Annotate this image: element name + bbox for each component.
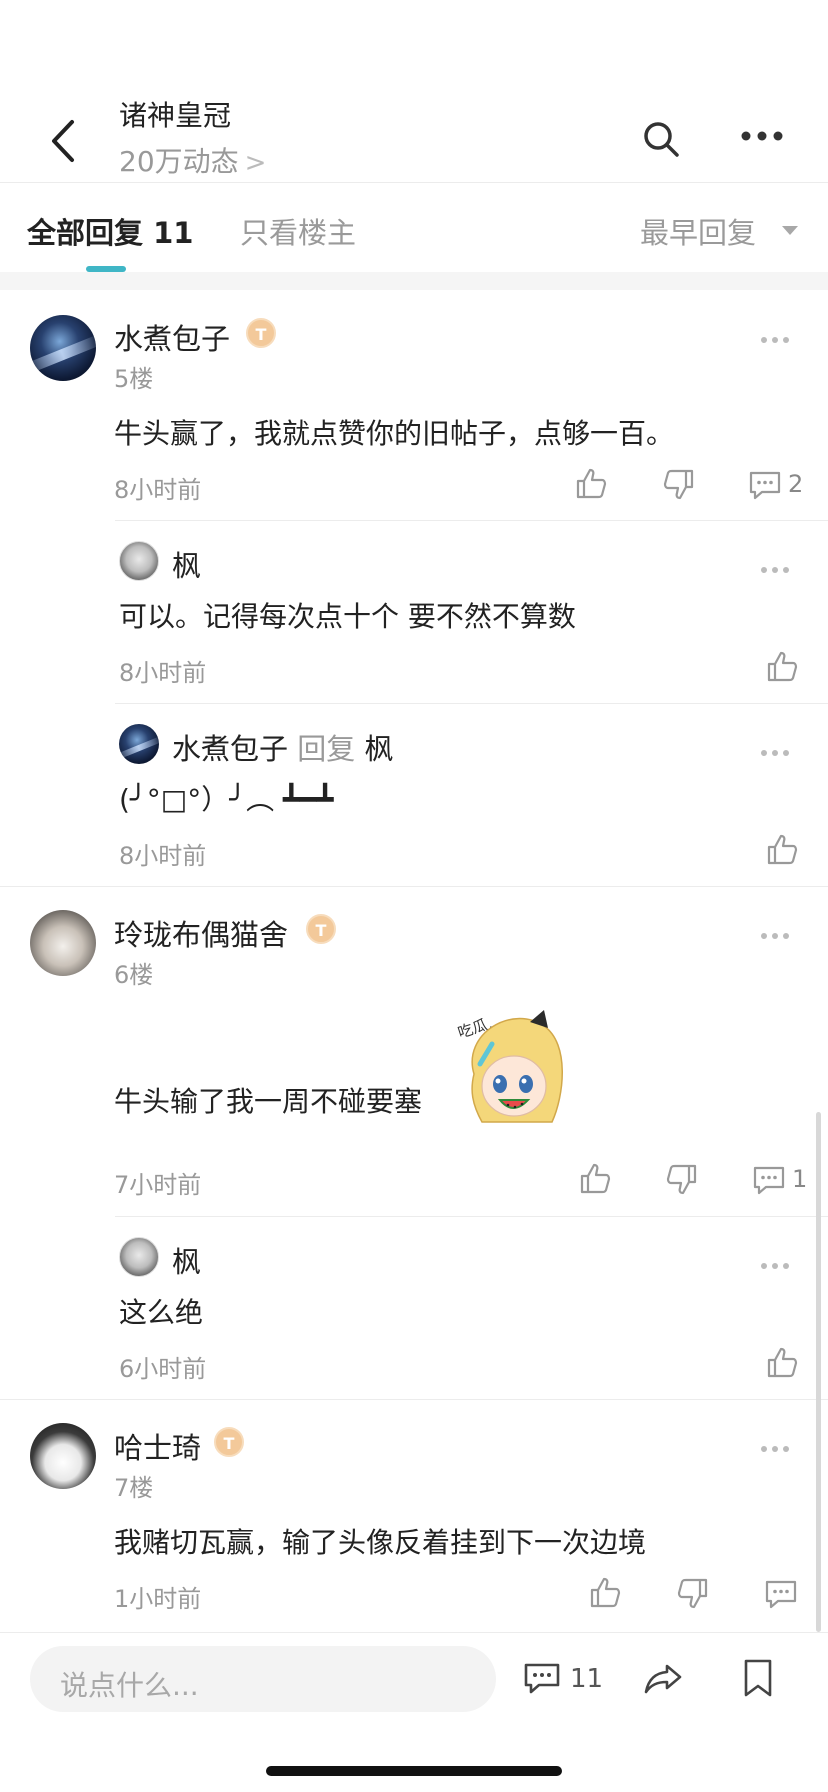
chevron-right-icon: > — [244, 148, 267, 178]
search-icon[interactable] — [642, 120, 680, 158]
back-arrow-icon[interactable] — [44, 118, 84, 164]
comment-input-placeholder[interactable]: 说点什么... — [60, 1664, 199, 1704]
comments-count: 11 — [570, 1664, 604, 1694]
scrollbar[interactable] — [816, 1112, 821, 1632]
reply-count: 2 — [788, 470, 804, 498]
avatar[interactable] — [119, 724, 159, 764]
reply-content: 这么绝 — [119, 1296, 204, 1329]
avatar[interactable] — [119, 541, 159, 581]
sort-dropdown[interactable]: 最早回复 — [640, 210, 756, 252]
thumbs-down-icon[interactable] — [665, 1163, 699, 1197]
thumbs-up-icon[interactable] — [578, 1161, 612, 1195]
avatar[interactable] — [30, 910, 96, 976]
more-options-icon[interactable] — [760, 1262, 790, 1270]
more-options-icon[interactable] — [760, 1445, 790, 1453]
reply-author[interactable]: 枫 — [172, 543, 201, 585]
comment-time: 1小时前 — [114, 1585, 202, 1613]
reply-count: 1 — [792, 1165, 808, 1193]
tab-all-replies[interactable]: 全部回复 11 — [27, 210, 193, 252]
more-options-icon[interactable] — [740, 130, 784, 142]
share-icon[interactable] — [643, 1660, 683, 1696]
floor-number: 6楼 — [114, 961, 154, 989]
avatar[interactable] — [30, 1423, 96, 1489]
caret-down-icon[interactable] — [782, 226, 798, 235]
comment-divider — [0, 1399, 828, 1400]
reply-divider — [115, 703, 828, 704]
tab-op-only[interactable]: 只看楼主 — [240, 210, 356, 252]
more-options-icon[interactable] — [760, 336, 790, 344]
thumbs-up-icon[interactable] — [765, 649, 799, 683]
avatar[interactable] — [30, 315, 96, 381]
reply-divider — [115, 1216, 828, 1217]
comment-author[interactable]: 水煮包子 — [114, 316, 230, 358]
avatar[interactable] — [119, 1237, 159, 1277]
comment-content: 牛头输了我一周不碰要塞 — [114, 1085, 423, 1118]
comment-icon[interactable] — [752, 1163, 786, 1197]
thumbs-up-icon[interactable] — [574, 466, 608, 500]
bottom-bar-divider — [0, 1632, 828, 1633]
more-options-icon[interactable] — [760, 566, 790, 574]
comment-icon[interactable] — [748, 468, 782, 502]
thumbs-up-icon[interactable] — [588, 1575, 622, 1609]
level-badge: T — [246, 318, 276, 348]
watermelon-girl-sticker-icon: 吃瓜… — [456, 1010, 563, 1123]
thumbs-down-icon[interactable] — [676, 1577, 710, 1611]
thumbs-up-icon[interactable] — [765, 832, 799, 866]
section-spacer — [0, 272, 828, 290]
thumbs-down-icon[interactable] — [662, 468, 696, 502]
header-divider — [0, 182, 828, 183]
reply-word: 回复 — [297, 732, 356, 766]
subtitle-text: 20万动态 — [119, 145, 239, 178]
comment-author[interactable]: 哈士琦 — [114, 1425, 201, 1467]
thumbs-up-icon[interactable] — [765, 1345, 799, 1379]
more-options-icon[interactable] — [760, 932, 790, 940]
reply-author[interactable]: 水煮包子 — [172, 732, 288, 766]
reply-to-user[interactable]: 枫 — [364, 732, 393, 766]
bookmark-icon[interactable] — [743, 1658, 773, 1698]
reply-time: 8小时前 — [119, 842, 207, 870]
level-badge: T — [214, 1427, 244, 1457]
reply-author-line: 水煮包子 回复 枫 — [172, 726, 393, 768]
reply-author[interactable]: 枫 — [172, 1239, 201, 1281]
more-options-icon[interactable] — [760, 749, 790, 757]
reply-time: 8小时前 — [119, 659, 207, 687]
reply-time: 6小时前 — [119, 1355, 207, 1383]
floor-number: 7楼 — [114, 1474, 154, 1502]
comment-content: 我赌切瓦赢，输了头像反着挂到下一次边境 — [114, 1526, 647, 1559]
home-indicator[interactable] — [266, 1766, 562, 1776]
reply-divider — [115, 520, 828, 521]
comments-icon[interactable] — [523, 1660, 561, 1696]
comment-time: 8小时前 — [114, 476, 202, 504]
page-title: 诸神皇冠 — [119, 99, 232, 132]
floor-number: 5楼 — [114, 365, 154, 393]
comment-author[interactable]: 玲珑布偶猫舍 — [114, 912, 288, 954]
level-badge: T — [306, 914, 336, 944]
comment-icon[interactable] — [764, 1577, 798, 1611]
reply-content: (╯°□°）╯︵ ┻━┻ — [119, 783, 334, 816]
subtitle-link[interactable]: 20万动态 > — [119, 140, 266, 180]
comment-divider — [0, 886, 828, 887]
comment-time: 7小时前 — [114, 1171, 202, 1199]
reply-content: 可以。记得每次点十个 要不然不算数 — [119, 600, 576, 633]
comment-content: 牛头赢了，我就点赞你的旧帖子，点够一百。 — [114, 417, 675, 450]
